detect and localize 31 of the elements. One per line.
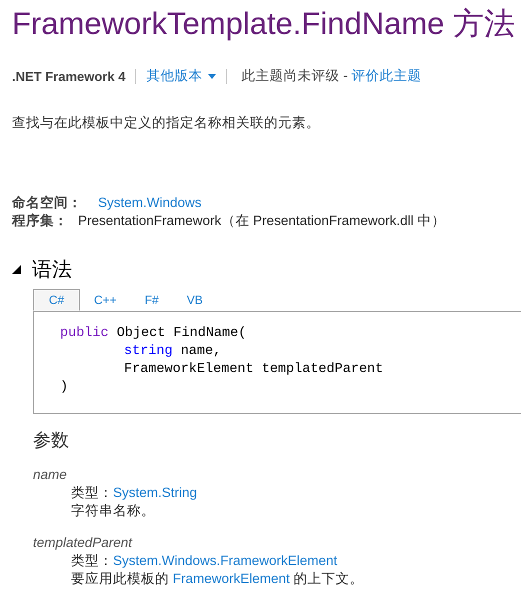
parameter-name: templatedParent bbox=[33, 534, 134, 552]
other-versions-dropdown[interactable]: 其他版本 bbox=[146, 67, 216, 85]
page-title: FrameworkTemplate.FindName 方法 bbox=[12, 5, 516, 43]
namespace-label: 命名空间： bbox=[12, 195, 82, 210]
parameter-name: name bbox=[33, 466, 68, 484]
parameter-description: 要应用此模板的 FrameworkElement 的上下文。 bbox=[70, 570, 365, 588]
assembly-label: 程序集： bbox=[12, 213, 68, 228]
code-line: FrameworkElement templatedParent bbox=[123, 361, 384, 379]
type-link[interactable]: System.String bbox=[113, 485, 198, 500]
type-link[interactable]: FrameworkElement bbox=[172, 571, 290, 586]
assembly-value: PresentationFramework（在 PresentationFramework.dll 中） bbox=[78, 213, 446, 228]
language-tab[interactable]: C# bbox=[33, 289, 80, 311]
code-line: public Object FindName( bbox=[60, 325, 248, 343]
namespace-link[interactable]: System.Windows bbox=[98, 195, 202, 210]
language-tab[interactable]: VB bbox=[172, 289, 217, 311]
type-label: 类型： bbox=[71, 485, 113, 500]
parameters-heading: 参数 bbox=[33, 429, 70, 452]
language-tab[interactable]: F# bbox=[130, 289, 173, 311]
type-link[interactable]: System.Windows.FrameworkElement bbox=[113, 553, 338, 568]
framework-version: .NET Framework 4 bbox=[12, 68, 126, 84]
summary-text: 查找与在此模板中定义的指定名称相关联的元素。 bbox=[12, 114, 321, 132]
type-label: 类型： bbox=[71, 553, 113, 568]
caret-icon bbox=[208, 74, 216, 78]
parameter-description: 字符串名称。 bbox=[70, 502, 156, 520]
collapse-triangle-icon[interactable] bbox=[12, 265, 21, 274]
rating-status: 此主题尚未评级 - bbox=[241, 67, 349, 85]
rate-topic-link[interactable]: 评价此主题 bbox=[351, 67, 422, 85]
language-tab[interactable]: C++ bbox=[80, 289, 131, 311]
syntax-heading: 语法 bbox=[32, 258, 72, 283]
code-line: string name, bbox=[123, 343, 222, 361]
code-line: ) bbox=[60, 379, 70, 397]
